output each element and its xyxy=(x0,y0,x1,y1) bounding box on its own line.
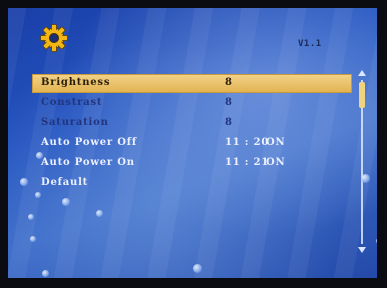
menu-item-value: 11 : 20 xyxy=(225,137,270,148)
menu-item-value: 8 xyxy=(225,77,233,88)
menu-scrollbar[interactable] xyxy=(356,70,368,256)
menu-item-label: Saturation xyxy=(41,117,109,128)
menu-item-auto-power-on[interactable]: Auto Power On 11 : 21 ON xyxy=(32,154,352,173)
water-droplet xyxy=(361,174,370,183)
scrollbar-thumb[interactable] xyxy=(359,82,365,108)
firmware-version: V1.1 xyxy=(298,39,322,49)
water-droplet xyxy=(376,238,377,244)
menu-item-default[interactable]: Default xyxy=(32,174,352,193)
water-droplet xyxy=(62,198,70,206)
water-droplet xyxy=(35,192,41,198)
water-droplet xyxy=(20,178,28,186)
water-droplet xyxy=(193,264,202,273)
menu-item-label: Brightness xyxy=(41,77,111,88)
menu-item-saturation[interactable]: Saturation 8 xyxy=(32,114,352,133)
triangle-up-icon[interactable] xyxy=(358,70,366,76)
osd-screen: V1.1 Brightness 8 Constrast 8 Saturation… xyxy=(8,8,377,278)
menu-item-label: Auto Power Off xyxy=(41,137,137,148)
menu-item-label: Constrast xyxy=(41,97,103,108)
water-droplet xyxy=(96,210,103,217)
menu-item-value: 11 : 21 xyxy=(225,157,270,168)
menu-item-brightness[interactable]: Brightness 8 xyxy=(32,74,352,93)
water-droplet xyxy=(28,214,34,220)
water-droplet xyxy=(36,152,43,159)
menu-item-value: 8 xyxy=(225,97,233,108)
water-droplet xyxy=(30,236,36,242)
menu-item-value: 8 xyxy=(225,117,233,128)
menu-item-contrast[interactable]: Constrast 8 xyxy=(32,94,352,113)
screen-frame: V1.1 Brightness 8 Constrast 8 Saturation… xyxy=(0,0,387,288)
menu-item-label: Default xyxy=(41,177,89,188)
menu-item-state: ON xyxy=(266,137,286,148)
settings-menu: Brightness 8 Constrast 8 Saturation 8 Au… xyxy=(32,74,352,194)
menu-item-auto-power-off[interactable]: Auto Power Off 11 : 20 ON xyxy=(32,134,352,153)
triangle-down-icon[interactable] xyxy=(358,247,366,253)
gear-icon xyxy=(38,22,70,54)
menu-item-label: Auto Power On xyxy=(41,157,135,168)
menu-item-state: ON xyxy=(266,157,286,168)
water-droplet xyxy=(42,270,49,277)
